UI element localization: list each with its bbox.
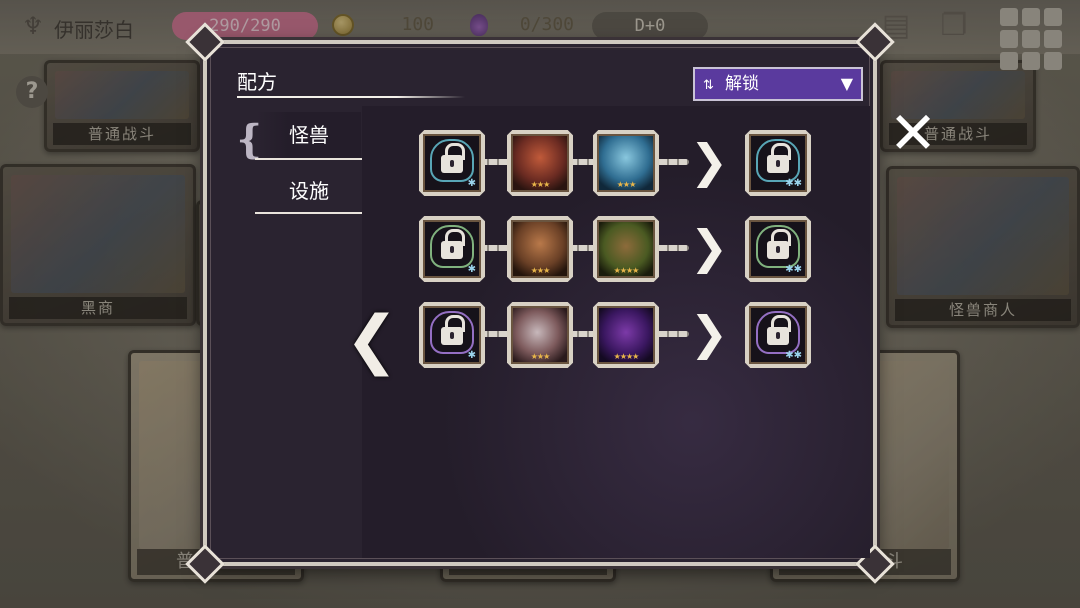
- rank-icon: ✱✱: [785, 350, 802, 361]
- close-icon[interactable]: ✕: [886, 104, 940, 162]
- monster-portrait: ★★★: [511, 220, 569, 278]
- ingredient-slot-locked[interactable]: ✱: [419, 130, 485, 196]
- rank-icon: ✱: [467, 178, 476, 189]
- star-rating-icon: ★★★: [530, 266, 551, 275]
- tab-label: 设施: [289, 179, 329, 203]
- dialog-title: 配方: [237, 70, 277, 94]
- chevron-left-icon[interactable]: ❮: [345, 300, 399, 380]
- ingredient-slot[interactable]: ★★★★: [593, 216, 659, 282]
- lock-icon: [441, 143, 465, 174]
- monster-portrait: ★★★: [597, 134, 655, 192]
- recipe-dialog: 配方 ⇅ 解锁 ▼ ❴ 怪兽 设施 ❮ ✱ ★★★ ★★★ ❯ ✱✱ ✱ ★★★…: [185, 22, 895, 584]
- monster-portrait: ★★★: [511, 134, 569, 192]
- monster-portrait: ★★★: [511, 306, 569, 364]
- tab-monsters[interactable]: 怪兽: [257, 112, 361, 158]
- ingredient-slot[interactable]: ★★★: [507, 302, 573, 368]
- sort-dropdown[interactable]: ⇅ 解锁 ▼: [693, 67, 863, 101]
- rank-icon: ✱: [467, 350, 476, 361]
- rank-icon: ✱✱: [785, 264, 802, 275]
- tab-label: 怪兽: [289, 123, 329, 147]
- monster-portrait: ★★★★: [597, 306, 655, 364]
- sort-selected: 解锁: [725, 74, 759, 94]
- title-divider: [237, 96, 465, 98]
- monster-portrait: ★★★★: [597, 220, 655, 278]
- arrow-right-icon: ❯: [689, 306, 729, 360]
- lock-icon: [441, 229, 465, 260]
- lock-icon: [767, 229, 791, 260]
- star-rating-icon: ★★★: [616, 180, 637, 189]
- chevron-down-icon: ▼: [840, 74, 853, 93]
- arrow-right-icon: ❯: [689, 134, 729, 188]
- ingredient-slot[interactable]: ★★★: [507, 216, 573, 282]
- ingredient-slot[interactable]: ★★★: [593, 130, 659, 196]
- result-slot-locked[interactable]: ✱✱: [745, 130, 811, 196]
- arrow-right-icon: ❯: [689, 220, 729, 274]
- ingredient-slot[interactable]: ★★★: [507, 130, 573, 196]
- star-rating-icon: ★★★★: [613, 352, 640, 361]
- result-slot-locked[interactable]: ✱✱: [745, 302, 811, 368]
- recipe-row[interactable]: ✱ ★★★ ★★★★ ❯ ✱✱: [419, 296, 819, 372]
- star-rating-icon: ★★★: [530, 180, 551, 189]
- lock-icon: [767, 315, 791, 346]
- lock-icon: [767, 143, 791, 174]
- tab-facilities[interactable]: 设施: [257, 168, 361, 214]
- recipe-row[interactable]: ✱ ★★★ ★★★★ ❯ ✱✱: [419, 210, 819, 286]
- ingredient-slot-locked[interactable]: ✱: [419, 216, 485, 282]
- tab-divider: [255, 158, 367, 160]
- recipe-row[interactable]: ✱ ★★★ ★★★ ❯ ✱✱: [419, 124, 819, 200]
- sort-icon: ⇅: [703, 78, 714, 93]
- star-rating-icon: ★★★★: [613, 266, 640, 275]
- ingredient-slot[interactable]: ★★★★: [593, 302, 659, 368]
- rank-icon: ✱✱: [785, 178, 802, 189]
- result-slot-locked[interactable]: ✱✱: [745, 216, 811, 282]
- lock-icon: [441, 315, 465, 346]
- tab-divider: [255, 212, 367, 214]
- ingredient-slot-locked[interactable]: ✱: [419, 302, 485, 368]
- star-rating-icon: ★★★: [530, 352, 551, 361]
- rank-icon: ✱: [467, 264, 476, 275]
